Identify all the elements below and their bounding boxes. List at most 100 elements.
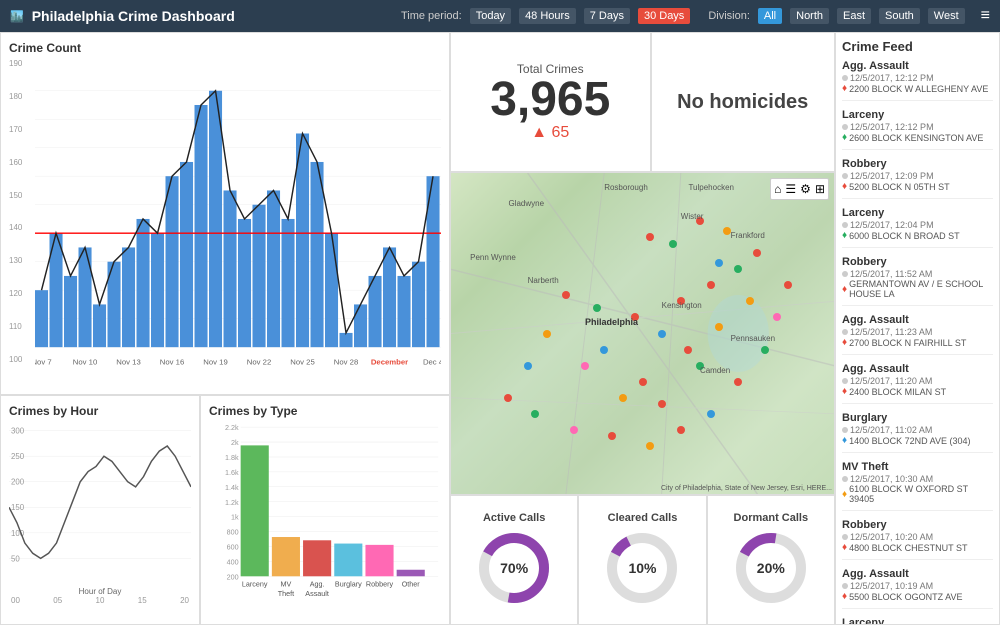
- svg-text:250: 250: [11, 452, 25, 461]
- time-btn-today[interactable]: Today: [470, 8, 511, 24]
- map-crime-dot[interactable]: [715, 259, 723, 267]
- svg-text:200: 200: [227, 572, 239, 581]
- map-crime-dot[interactable]: [761, 346, 769, 354]
- map-crime-dot[interactable]: [669, 240, 677, 248]
- division-btn-west[interactable]: West: [928, 8, 965, 24]
- map-crime-dot[interactable]: [773, 313, 781, 321]
- map-crime-dot[interactable]: [600, 346, 608, 354]
- feed-location-pin: ♦: [842, 386, 847, 397]
- svg-text:Nov 13: Nov 13: [116, 358, 140, 367]
- time-btn-48h[interactable]: 48 Hours: [519, 8, 576, 24]
- svg-text:1.4k: 1.4k: [225, 483, 239, 492]
- middle-panel: Total Crimes 3,965 ▲ 65 No homicides: [450, 32, 835, 625]
- y-tick: 100: [9, 355, 34, 364]
- feed-time-icon: [842, 329, 848, 335]
- map-crime-dot[interactable]: [715, 323, 723, 331]
- map-crime-dot[interactable]: [734, 378, 742, 386]
- map-crime-dot[interactable]: [562, 291, 570, 299]
- map-home-icon[interactable]: ⌂: [774, 182, 781, 196]
- map-crime-dot[interactable]: [570, 426, 578, 434]
- map-attribution: City of Philadelphia, State of New Jerse…: [661, 485, 832, 492]
- division-btn-east[interactable]: East: [837, 8, 871, 24]
- feed-item[interactable]: Burglary 12/5/2017, 11:02 AM ♦ 1400 BLOC…: [842, 412, 993, 453]
- menu-icon[interactable]: ≡: [981, 7, 990, 25]
- map-crime-dot[interactable]: [753, 249, 761, 257]
- cleared-calls-panel: Cleared Calls 10%: [578, 495, 706, 625]
- feed-item[interactable]: Robbery 12/5/2017, 12:09 PM ♦ 5200 BLOCK…: [842, 158, 993, 199]
- map-crime-dot[interactable]: [608, 432, 616, 440]
- cleared-calls-donut: 10%: [602, 528, 682, 608]
- division-btn-north[interactable]: North: [790, 8, 829, 24]
- feed-item[interactable]: Larceny 12/5/2017, 12:04 PM ♦ 6000 BLOCK…: [842, 207, 993, 248]
- map-crime-dot[interactable]: [646, 233, 654, 241]
- feed-item[interactable]: Robbery 12/5/2017, 11:52 AM ♦ GERMANTOWN…: [842, 256, 993, 306]
- crimes-type-panel: Crimes by Type 2.2k2k1.8k1.6k1.4k1.2k1k8…: [200, 395, 450, 625]
- division-btn-south[interactable]: South: [879, 8, 920, 24]
- feed-location-pin: ♦: [842, 181, 847, 192]
- total-crimes-panel: Total Crimes 3,965 ▲ 65: [450, 32, 651, 172]
- map-crime-dot[interactable]: [677, 426, 685, 434]
- feed-item[interactable]: Larceny 12/5/2017, 12:12 PM ♦ 2600 BLOCK…: [842, 109, 993, 150]
- feed-crime-type: Agg. Assault: [842, 314, 993, 326]
- feed-item[interactable]: Agg. Assault 12/5/2017, 11:23 AM ♦ 2700 …: [842, 314, 993, 355]
- feed-item[interactable]: Agg. Assault 12/5/2017, 11:20 AM ♦ 2400 …: [842, 363, 993, 404]
- time-btn-30d[interactable]: 30 Days: [638, 8, 690, 24]
- map-crime-dot[interactable]: [593, 304, 601, 312]
- map-crime-dot[interactable]: [707, 281, 715, 289]
- map-controls[interactable]: ⌂ ☰ ⚙ ⊞: [770, 178, 829, 200]
- map-crime-dot[interactable]: [723, 227, 731, 235]
- map-crime-dot[interactable]: [784, 281, 792, 289]
- feed-time-icon: [842, 173, 848, 179]
- division-btn-all[interactable]: All: [758, 8, 782, 24]
- active-calls-title: Active Calls: [483, 512, 545, 524]
- map-crime-dot[interactable]: [639, 378, 647, 386]
- map-crime-dot[interactable]: [543, 330, 551, 338]
- svg-text:Other: Other: [402, 580, 421, 589]
- feed-time: 12/5/2017, 10:30 AM: [842, 474, 993, 484]
- hour-x-label: Hour of Day: [9, 587, 191, 596]
- map-crime-dot[interactable]: [504, 394, 512, 402]
- feed-location: ♦ 2200 BLOCK W ALLEGHENY AVE: [842, 83, 993, 94]
- dormant-calls-panel: Dormant Calls 20%: [707, 495, 835, 625]
- map-crime-dot[interactable]: [658, 330, 666, 338]
- svg-text:Burglary: Burglary: [335, 580, 362, 589]
- map-crime-dot[interactable]: [619, 394, 627, 402]
- y-tick: 110: [9, 322, 34, 331]
- map-crime-dot[interactable]: [734, 265, 742, 273]
- feed-time-icon: [842, 427, 848, 433]
- map-label-gladwyne: Gladwyne: [508, 199, 544, 208]
- feed-location-pin: ♦: [842, 83, 847, 94]
- map-crime-dot[interactable]: [531, 410, 539, 418]
- map-crime-dot[interactable]: [707, 410, 715, 418]
- map-label-frankford: Frankford: [731, 231, 765, 240]
- map-settings-icon[interactable]: ⚙: [800, 182, 811, 196]
- feed-item[interactable]: Agg. Assault 12/5/2017, 12:12 PM ♦ 2200 …: [842, 60, 993, 101]
- feed-item[interactable]: Agg. Assault 12/5/2017, 10:19 AM ♦ 5500 …: [842, 568, 993, 609]
- map-label-philadelphia: Philadelphia: [585, 317, 638, 327]
- map-panel[interactable]: ⌂ ☰ ⚙ ⊞ City of Philadelphia, State of N…: [450, 172, 835, 495]
- dormant-calls-title: Dormant Calls: [734, 512, 809, 524]
- feed-time: 12/5/2017, 12:04 PM: [842, 220, 993, 230]
- svg-text:50: 50: [11, 554, 20, 563]
- map-label-wister: Wister: [681, 212, 704, 221]
- time-btn-7d[interactable]: 7 Days: [584, 8, 630, 24]
- feed-item[interactable]: Robbery 12/5/2017, 10:20 AM ♦ 4800 BLOCK…: [842, 519, 993, 560]
- feed-location-pin: ♦: [842, 284, 847, 295]
- active-calls-donut: 70%: [474, 528, 554, 608]
- feed-location-pin: ♦: [842, 591, 847, 602]
- map-crime-dot[interactable]: [746, 297, 754, 305]
- feed-location-pin: ♦: [842, 132, 847, 143]
- map-crime-dot[interactable]: [684, 346, 692, 354]
- y-tick: 120: [9, 289, 34, 298]
- map-crime-dot[interactable]: [646, 442, 654, 450]
- map-crime-dot[interactable]: [581, 362, 589, 370]
- map-crime-dot[interactable]: [524, 362, 532, 370]
- hour-tick: 15: [138, 596, 147, 605]
- crime-count-chart: Nov 7Nov 10Nov 13Nov 16Nov 19Nov 22Nov 2…: [35, 59, 441, 384]
- feed-location: ♦ GERMANTOWN AV / E SCHOOL HOUSE LA: [842, 279, 993, 299]
- map-crime-dot[interactable]: [658, 400, 666, 408]
- map-grid-icon[interactable]: ⊞: [815, 182, 825, 196]
- map-list-icon[interactable]: ☰: [785, 182, 796, 196]
- feed-item[interactable]: Larceny 12/5/2017, 10:14 AM ♦ 1000 BLOCK…: [842, 617, 993, 625]
- feed-item[interactable]: MV Theft 12/5/2017, 10:30 AM ♦ 6100 BLOC…: [842, 461, 993, 511]
